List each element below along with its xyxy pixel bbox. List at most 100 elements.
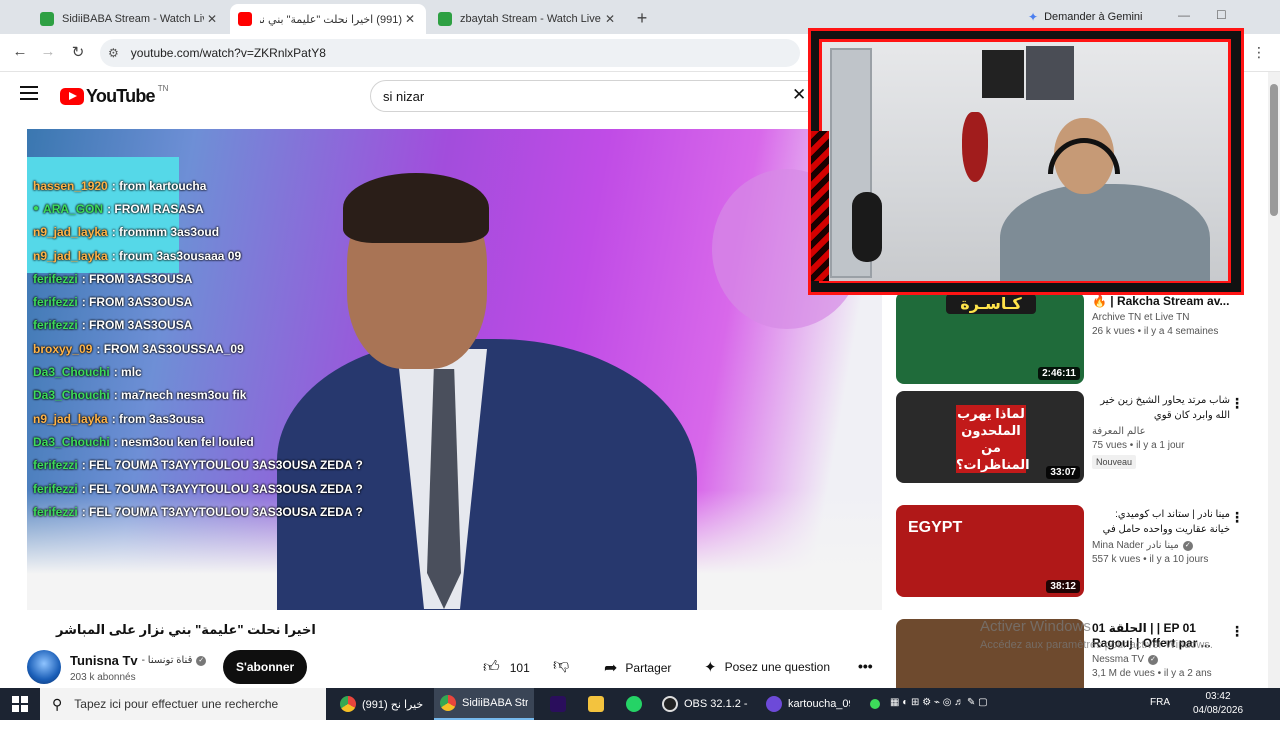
chat-text: : FROM RASASA: [107, 201, 204, 216]
video-title[interactable]: مينا نادر | ستاند اب كوميدي: خيانة عقاري…: [1092, 507, 1230, 537]
chat-text: : FROM 3AS3OUSA: [81, 318, 193, 333]
overlay-banner: [811, 283, 1241, 292]
chat-message: n9_jad_layka : from 3as3ousa: [33, 407, 453, 430]
windows-taskbar: ⚲ Tapez ici pour effectuer une recherche…: [0, 688, 1280, 720]
thumbnail-caption: EGYPT: [908, 519, 963, 536]
channel-label: Nessma TV: [1092, 654, 1145, 665]
taskbar-item-chrome-youtube[interactable]: (991) اخيرا نح...: [334, 688, 430, 720]
chat-text: : mlc: [113, 365, 142, 380]
close-tab-icon[interactable]: ✕: [602, 12, 618, 26]
channel-label: عالم المعرفة: [1092, 426, 1146, 437]
gemini-button[interactable]: ✦ Demander à Gemini: [1018, 6, 1153, 28]
taskbar-item-label: kartoucha_09,...: [788, 698, 850, 710]
taskbar-item-chrome-sidiibaba[interactable]: SidiiBABA Str...: [434, 688, 534, 720]
search-icon: ⚲: [52, 695, 63, 712]
chat-text: : from kartoucha: [111, 178, 207, 193]
watermark-line2: Accédez aux paramètres pour activer Wind…: [980, 639, 1213, 651]
recommended-video[interactable]: EGYPT 38:12 مينا نادر | ستاند اب كوميدي: خ…: [896, 505, 1256, 615]
forward-arrow-icon[interactable]: →: [38, 43, 58, 60]
minimize-icon[interactable]: —: [1178, 8, 1190, 22]
video-thumbnail[interactable]: لماذا يهرب الملحدون من المناظرات؟ 33:07: [896, 391, 1084, 483]
video-menu-icon[interactable]: ⋮: [1230, 623, 1244, 640]
input-language[interactable]: FRA: [1150, 697, 1170, 708]
video-channel[interactable]: عالم المعرفة: [1092, 426, 1230, 437]
video-channel[interactable]: Nessma TV ✓: [1092, 654, 1230, 665]
windows-start-icon[interactable]: [12, 696, 28, 712]
chat-badge-icon: ●: [33, 203, 40, 215]
chat-message: ferifezzi : FROM 3AS3OUSA: [33, 267, 453, 290]
taskbar-item-obs[interactable]: OBS 32.1.2 - ...: [656, 688, 754, 720]
system-clock[interactable]: 03:42 04/08/2026: [1192, 690, 1244, 718]
channel-name-latin: Tunisna Tv: [70, 653, 138, 668]
chat-message: ferifezzi : FEL 7OUMA T3AYYTOULOU 3AS3OU…: [33, 500, 453, 523]
browser-menu-icon[interactable]: ⋮: [1252, 44, 1266, 61]
youtube-play-icon: [60, 88, 84, 105]
webcam-overlay: [808, 28, 1244, 295]
clock-time: 03:42: [1205, 691, 1231, 702]
channel-action-row: Tunisna Tv - قناة تونسنا ✓ 203 k abonnés…: [27, 648, 882, 688]
video-menu-icon[interactable]: ⋮: [1230, 509, 1244, 526]
address-bar[interactable]: ⚙ youtube.com/watch?v=ZKRnlxPatY8: [100, 39, 800, 67]
hamburger-menu-icon[interactable]: [20, 86, 38, 100]
chat-username: ferifezzi: [33, 271, 78, 286]
scrollbar-thumb[interactable]: [1270, 84, 1278, 216]
video-channel[interactable]: Archive TN et Live TN: [1092, 312, 1230, 323]
recommended-video[interactable]: كـاسـرة 2:46:11 🔥 | Rakcha Stream av... Arc…: [896, 292, 1256, 402]
subscribe-button[interactable]: S'abonner: [223, 650, 308, 684]
close-tab-icon[interactable]: ✕: [204, 12, 220, 26]
video-views: 75 vues • il y a 1 jour: [1092, 440, 1185, 451]
video-views: 557 k vues • il y a 10 jours: [1092, 554, 1209, 565]
microphone: [852, 192, 882, 262]
share-button[interactable]: ➦ Partager: [604, 658, 671, 678]
channel-avatar[interactable]: [27, 650, 61, 684]
taskbar-item-kartoucha[interactable]: kartoucha_09,...: [760, 688, 856, 720]
whatsapp-icon[interactable]: [626, 696, 642, 712]
video-title[interactable]: 🔥 | Rakcha Stream av...: [1092, 294, 1230, 309]
ask-question-button[interactable]: ✦ Posez une question: [704, 658, 830, 676]
reload-icon[interactable]: ↻: [68, 43, 88, 61]
tray-icons[interactable]: ▦ ◐ ⊞ ⚙ ⌁ ◎ ♬ ✎ ▢: [890, 697, 988, 708]
tab-title: zbaytah Stream - Watch Live o: [460, 13, 602, 25]
chat-text: : ma7nech nesm3ou fik: [113, 388, 247, 403]
country-code: TN: [157, 84, 169, 93]
chat-username: Da3_Chouchi: [33, 388, 110, 403]
search-input[interactable]: si nizar: [370, 80, 818, 112]
tray-status-icon[interactable]: [870, 699, 880, 709]
taskbar-search-placeholder: Tapez ici pour effectuer une recherche: [74, 697, 279, 711]
video-thumbnail[interactable]: EGYPT 38:12: [896, 505, 1084, 597]
video-title[interactable]: شاب مرتد يحاور الشيخ زين خير الله وابرد …: [1092, 393, 1230, 423]
chat-username: Da3_Chouchi: [33, 365, 110, 380]
more-actions-icon[interactable]: •••: [858, 658, 873, 674]
video-channel[interactable]: Mina Nader مينا نادر ✓: [1092, 540, 1230, 551]
video-thumbnail[interactable]: كـاسـرة 2:46:11: [896, 292, 1084, 384]
close-tab-icon[interactable]: ✕: [402, 12, 418, 26]
streamer-figure: [1000, 118, 1220, 281]
taskbar-search[interactable]: ⚲ Tapez ici pour effectuer une recherche: [40, 688, 326, 720]
video-meta: شاب مرتد يحاور الشيخ زين خير الله وابرد …: [1092, 393, 1230, 470]
gemini-spark-icon: ✦: [1028, 10, 1039, 24]
new-tab-button[interactable]: +: [632, 8, 652, 29]
file-explorer-icon[interactable]: [588, 696, 604, 712]
thumbs-down-icon[interactable]: 👎︎: [553, 656, 569, 675]
new-badge: Nouveau: [1092, 455, 1137, 469]
chat-username: n9_jad_layka: [33, 248, 108, 263]
video-menu-icon[interactable]: ⋮: [1230, 395, 1244, 412]
site-settings-icon[interactable]: ⚙: [108, 46, 119, 60]
premiere-pro-icon[interactable]: [550, 696, 566, 712]
video-title: اخيرا نحلت "عليمة" بني نزار على المباشر: [56, 622, 316, 637]
verified-badge-icon: ✓: [1182, 540, 1193, 551]
channel-name[interactable]: Tunisna Tv - قناة تونسنا ✓: [70, 653, 207, 668]
chat-message: hassen_1920 : from kartoucha: [33, 174, 453, 197]
clear-search-icon[interactable]: ✕: [792, 85, 806, 105]
youtube-logo[interactable]: YouTube TN: [60, 84, 169, 107]
clock-date: 04/08/2026: [1192, 705, 1244, 716]
maximize-icon[interactable]: ☐: [1216, 8, 1227, 22]
chat-message: n9_jad_layka : froum 3as3ousaaa 09: [33, 244, 453, 267]
tab-sidiibaba[interactable]: SidiiBABA Stream - Watch Live ✕: [32, 4, 228, 34]
tab-zbaytah[interactable]: zbaytah Stream - Watch Live o ✕: [430, 4, 626, 34]
back-arrow-icon[interactable]: ←: [10, 43, 30, 60]
chat-text: : FEL 7OUMA T3AYYTOULOU 3AS3OUSA ZEDA ?: [81, 458, 363, 473]
recommended-video[interactable]: لماذا يهرب الملحدون من المناظرات؟ 33:07 شا…: [896, 391, 1256, 501]
like-button[interactable]: 👍︎ 101: [483, 658, 530, 677]
tab-youtube-video[interactable]: (991) اخيرا نحلت "عليمة" بني نزار ✕: [230, 4, 426, 34]
